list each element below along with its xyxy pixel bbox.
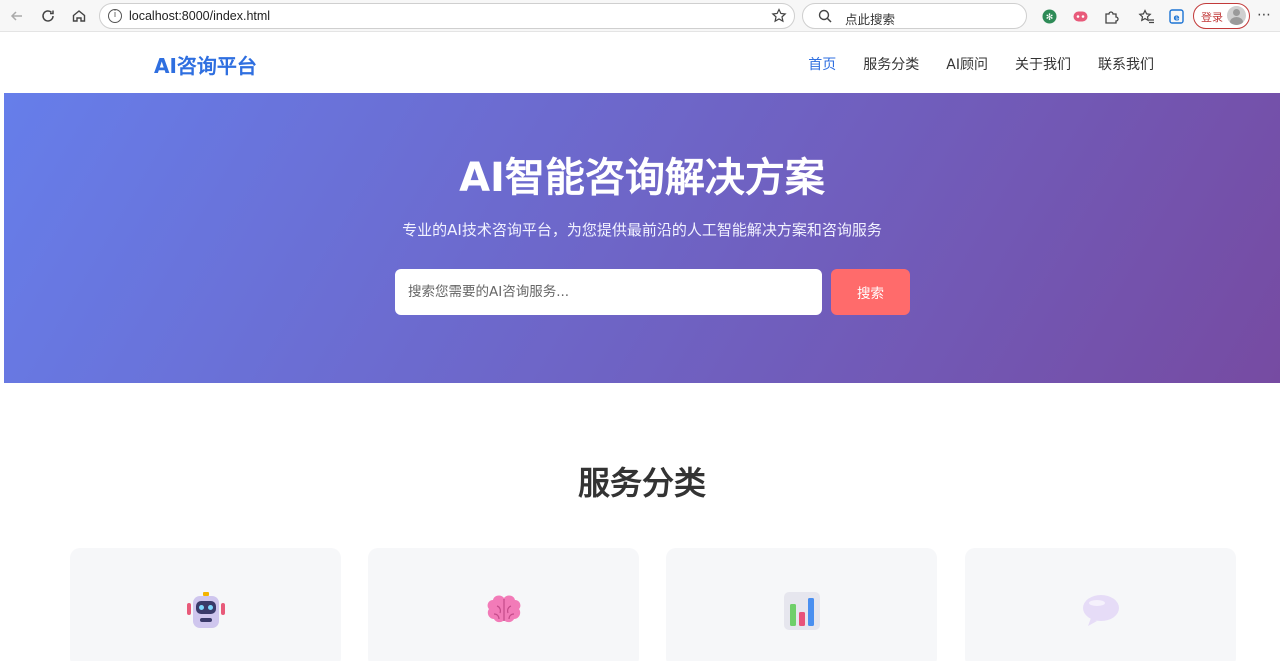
- svg-text:✻: ✻: [1045, 13, 1053, 23]
- login-button[interactable]: 登录: [1193, 3, 1250, 29]
- extension-green-icon[interactable]: ✻: [1039, 6, 1059, 26]
- extensions-puzzle-icon[interactable]: [1101, 6, 1121, 26]
- service-cards: [70, 548, 1236, 661]
- address-bar[interactable]: i localhost:8000/index.html: [99, 3, 795, 29]
- nav-item-ai-advisor[interactable]: AI顾问: [946, 54, 988, 74]
- avatar: [1227, 6, 1246, 25]
- site-logo[interactable]: AI咨询平台: [154, 50, 257, 79]
- nav-item-services[interactable]: 服务分类: [863, 54, 919, 74]
- home-icon: [72, 10, 86, 22]
- reload-button[interactable]: [37, 5, 59, 27]
- service-card[interactable]: [70, 548, 341, 661]
- nav-item-contact[interactable]: 联系我们: [1098, 54, 1154, 74]
- brain-icon: [487, 595, 521, 623]
- nav-item-about[interactable]: 关于我们: [1015, 54, 1071, 74]
- favorites-icon[interactable]: [1136, 6, 1156, 26]
- star-icon[interactable]: [770, 7, 788, 25]
- more-options-icon[interactable]: ⋯: [1257, 7, 1272, 23]
- service-card[interactable]: [368, 548, 639, 661]
- bar-chart-icon: [784, 592, 820, 630]
- speech-bubble-icon: [1083, 595, 1119, 626]
- page-viewport: AI咨询平台 首页 服务分类 AI顾问 关于我们 联系我们 AI智能咨询解决方案…: [4, 33, 1280, 661]
- nav-item-home[interactable]: 首页: [808, 54, 836, 74]
- service-search-input[interactable]: [395, 269, 822, 315]
- hero-title: AI智能咨询解决方案: [459, 155, 825, 201]
- site-header: AI咨询平台 首页 服务分类 AI顾问 关于我们 联系我们: [4, 33, 1280, 93]
- service-card[interactable]: [965, 548, 1236, 661]
- robot-icon: [187, 592, 225, 628]
- back-button[interactable]: [6, 5, 28, 27]
- info-icon[interactable]: i: [108, 9, 122, 23]
- main-nav: 首页 服务分类 AI顾问 关于我们 联系我们: [808, 54, 1154, 74]
- browser-search-placeholder: 点此搜索: [845, 12, 896, 27]
- hero-banner: AI智能咨询解决方案 专业的AI技术咨询平台，为您提供最前沿的人工智能解决方案和…: [4, 93, 1280, 383]
- search-button[interactable]: 搜索: [831, 269, 910, 315]
- browser-search-box[interactable]: 点此搜索: [802, 3, 1027, 29]
- reload-icon: [42, 10, 54, 22]
- arrow-left-icon: [10, 11, 22, 21]
- svg-text:e: e: [1173, 13, 1179, 23]
- collections-icon[interactable]: e: [1166, 6, 1186, 26]
- extension-pink-icon[interactable]: [1070, 6, 1090, 26]
- service-card[interactable]: [666, 548, 937, 661]
- url-text[interactable]: localhost:8000/index.html: [129, 9, 270, 23]
- browser-toolbar: i localhost:8000/index.html 点此搜索 ✻ e 登录 …: [0, 0, 1280, 32]
- search-icon: [818, 9, 832, 23]
- services-section-title: 服务分类: [577, 464, 706, 502]
- home-button[interactable]: [68, 5, 90, 27]
- hero-subtitle: 专业的AI技术咨询平台，为您提供最前沿的人工智能解决方案和咨询服务: [402, 221, 882, 239]
- login-label: 登录: [1201, 11, 1223, 24]
